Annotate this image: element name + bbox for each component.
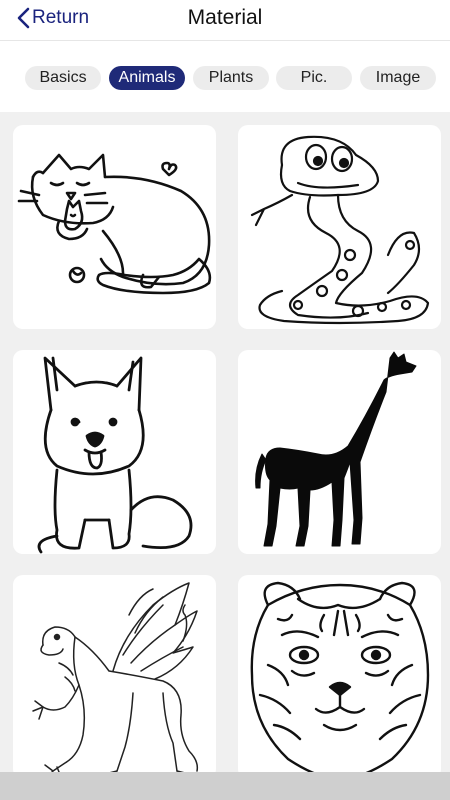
tab-pic[interactable]: Pic. bbox=[276, 66, 352, 90]
dog-drawing bbox=[37, 356, 193, 554]
giraffe-drawing bbox=[255, 351, 417, 547]
tab-plants[interactable]: Plants bbox=[193, 66, 269, 90]
material-grid bbox=[0, 112, 450, 800]
material-item-griffin[interactable] bbox=[13, 575, 216, 779]
category-tabs: Basics Animals Plants Pic. Image bbox=[0, 56, 450, 96]
snake-drawing bbox=[250, 135, 430, 325]
bottom-bar bbox=[0, 772, 450, 800]
material-item-dog[interactable] bbox=[13, 350, 216, 554]
material-item-tiger[interactable] bbox=[238, 575, 441, 779]
header-bar: Return Material bbox=[0, 0, 450, 41]
griffin-drawing bbox=[32, 582, 199, 778]
material-item-giraffe[interactable] bbox=[238, 350, 441, 554]
tiger-drawing bbox=[250, 581, 430, 779]
cat-drawing bbox=[17, 153, 212, 295]
page-title: Material bbox=[187, 6, 263, 29]
tab-animals[interactable]: Animals bbox=[109, 66, 185, 90]
tab-basics[interactable]: Basics bbox=[25, 66, 101, 90]
material-item-cat[interactable] bbox=[13, 125, 216, 329]
material-item-snake[interactable] bbox=[238, 125, 441, 329]
tab-image[interactable]: Image bbox=[360, 66, 436, 90]
